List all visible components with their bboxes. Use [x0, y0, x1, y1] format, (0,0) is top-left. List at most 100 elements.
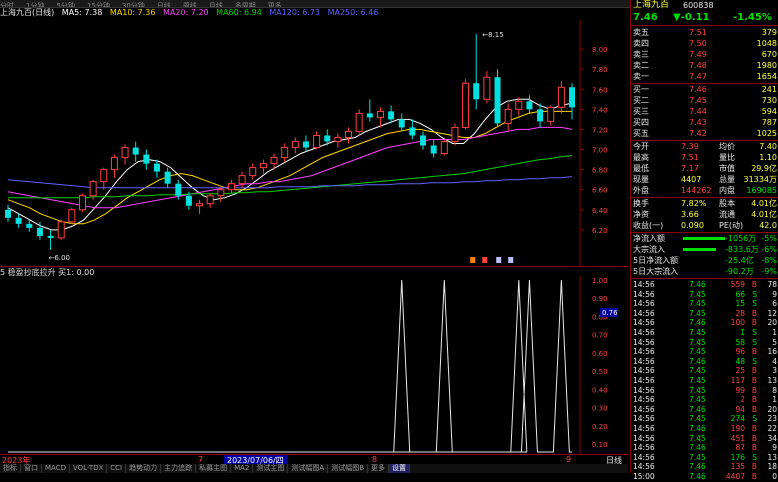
tab-4[interactable]: CCI: [107, 464, 127, 473]
candle[interactable]: [398, 113, 405, 132]
candle[interactable]: [78, 193, 86, 212]
candle[interactable]: [409, 119, 416, 140]
trade-side: B: [751, 280, 757, 289]
candle[interactable]: [132, 141, 139, 162]
event-marker-icon[interactable]: [482, 257, 488, 263]
tab-9[interactable]: 测试主图: [253, 464, 289, 473]
bid-label: 买二: [633, 96, 649, 105]
candle[interactable]: [355, 109, 363, 136]
candle[interactable]: [217, 187, 225, 202]
trade-time: 14:56: [633, 376, 655, 385]
candle[interactable]: [494, 69, 501, 128]
candle[interactable]: [47, 229, 54, 250]
candle[interactable]: [57, 219, 65, 240]
candle[interactable]: [366, 99, 373, 122]
event-marker-icon[interactable]: [470, 257, 476, 263]
trade-count: 16: [767, 347, 777, 357]
trade-volume: 25: [735, 366, 745, 376]
stat-value: 7.82%: [681, 199, 707, 208]
indicator-chart[interactable]: 1.000.900.800.700.600.500.400.300.200.10…: [0, 276, 628, 454]
candle[interactable]: [440, 139, 448, 156]
candle[interactable]: [164, 167, 171, 188]
trade-price: 7.45: [689, 366, 706, 376]
tab-10[interactable]: 测试幅图A: [288, 464, 329, 473]
candle[interactable]: [420, 131, 427, 150]
candle[interactable]: [15, 213, 22, 228]
candle[interactable]: [376, 107, 384, 128]
trade-time: 14:56: [633, 462, 655, 472]
trade-price: 7.45: [689, 414, 706, 424]
candle[interactable]: [100, 167, 108, 190]
event-marker-icon[interactable]: [496, 257, 502, 263]
candle[interactable]: [26, 219, 33, 232]
ask-label: 卖一: [633, 72, 649, 81]
trade-time: 14:56: [633, 337, 655, 347]
trade-row: 14:56 7.46 100 B 20: [631, 318, 778, 328]
candle[interactable]: [334, 133, 342, 148]
candle[interactable]: [5, 204, 11, 222]
candle[interactable]: [291, 137, 299, 154]
trade-price: 7.45: [689, 337, 706, 347]
candle[interactable]: [259, 159, 267, 174]
ask-volume: 1980: [756, 61, 777, 70]
candle[interactable]: [143, 149, 150, 170]
trade-time: 14:56: [633, 366, 655, 376]
candle[interactable]: [388, 105, 395, 124]
tab-11[interactable]: 测试幅图B: [328, 464, 369, 473]
candle[interactable]: [473, 34, 480, 110]
stat-value: 169085: [746, 186, 777, 195]
tab-13[interactable]: 设置: [389, 464, 411, 473]
tab-1[interactable]: 窗口: [21, 464, 42, 473]
candle[interactable]: [110, 154, 118, 178]
candle[interactable]: [430, 139, 437, 158]
candle[interactable]: [313, 131, 321, 150]
trade-volume: 190: [730, 424, 745, 433]
candle[interactable]: [68, 207, 76, 224]
tab-7[interactable]: 私募主图: [196, 464, 232, 473]
stat-row: 外盘 144262 内盘 169085: [631, 185, 778, 196]
candle[interactable]: [569, 83, 575, 120]
tab-6[interactable]: 主力追踪: [161, 464, 197, 473]
trade-side: S: [752, 452, 757, 462]
event-marker-icon[interactable]: [508, 257, 514, 263]
ma120-label: MA120: 6.73: [269, 8, 321, 17]
candle[interactable]: [281, 143, 289, 162]
candle[interactable]: [121, 144, 129, 165]
candle[interactable]: [526, 95, 533, 114]
candle[interactable]: [557, 81, 565, 114]
trade-time: 15:00: [633, 472, 655, 481]
candle[interactable]: [249, 163, 257, 180]
indicator-tick-label: 0.10: [592, 441, 608, 449]
candle[interactable]: [227, 179, 235, 194]
trade-price: 7.45: [689, 433, 706, 443]
stat-label: 内盘: [719, 186, 735, 195]
candle[interactable]: [153, 159, 160, 178]
ask-volume: 1048: [756, 39, 777, 48]
candle[interactable]: [196, 199, 204, 214]
chart-title: 上海九百(日线): [0, 8, 55, 17]
trade-side: B: [751, 433, 757, 443]
ask-volume: 379: [761, 28, 777, 37]
candlestick-chart[interactable]: 8.00 7.80 7.60 7.40 7.20 7.00 6.80 6.60 6.40 6.20…: [0, 20, 628, 266]
price-tick-label: 7.40: [592, 106, 608, 114]
tab-0[interactable]: 指标: [0, 464, 21, 473]
candle[interactable]: [302, 135, 309, 152]
trade-count: 1: [772, 328, 777, 337]
candle[interactable]: [515, 97, 523, 116]
candle[interactable]: [345, 127, 353, 144]
candle[interactable]: [547, 105, 555, 126]
stat-row: 收益(一) 0.090 PE(动) 42.0: [631, 220, 778, 231]
trade-side: B: [751, 443, 757, 453]
candle[interactable]: [206, 193, 214, 208]
tab-2[interactable]: MACD: [42, 464, 70, 473]
candle[interactable]: [483, 71, 491, 104]
candle[interactable]: [462, 79, 470, 130]
tab-12[interactable]: 更多: [368, 464, 390, 473]
tab-5[interactable]: 趋势动力: [126, 464, 162, 473]
candle[interactable]: [504, 103, 512, 132]
tab-8[interactable]: MA2: [231, 464, 254, 473]
candle[interactable]: [537, 103, 544, 128]
tab-3[interactable]: VOL-TDX: [70, 464, 108, 473]
flow-label: 净流入额: [633, 234, 665, 243]
candle[interactable]: [451, 123, 459, 146]
